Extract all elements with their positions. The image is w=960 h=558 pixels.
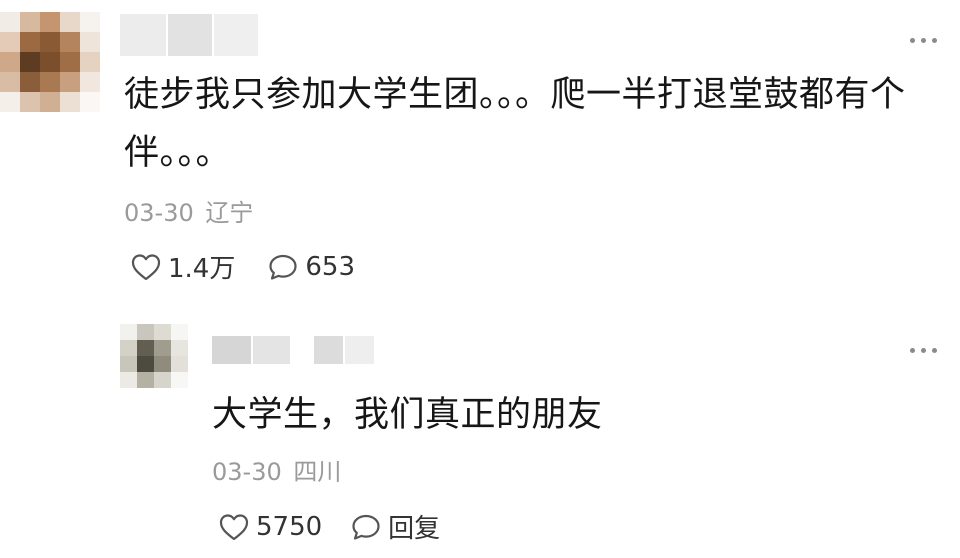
more-icon[interactable] <box>908 345 940 355</box>
reply-text: 大学生，我们真正的朋友 <box>212 395 603 435</box>
speech-bubble-icon <box>352 514 380 540</box>
like-count: 5750 <box>256 511 323 542</box>
reply-location: 四川 <box>293 458 342 486</box>
comment-date: 03-30 <box>124 199 194 227</box>
like-button[interactable]: 1.4万 <box>130 248 235 285</box>
username-blurred[interactable] <box>120 14 258 56</box>
reply-button[interactable]: 653 <box>267 252 355 282</box>
reply-meta: 03-30 四川 <box>212 452 341 487</box>
comment-actions: 1.4万 653 <box>130 248 355 285</box>
reply-button[interactable]: 回复 <box>350 508 440 545</box>
reply-count: 653 <box>305 251 355 282</box>
reply-label: 回复 <box>388 514 441 544</box>
comment-location: 辽宁 <box>205 199 254 227</box>
reply-date: 03-30 <box>212 458 282 486</box>
avatar[interactable] <box>120 324 188 388</box>
speech-bubble-icon <box>269 254 297 280</box>
more-icon[interactable] <box>908 35 940 45</box>
username-blurred[interactable] <box>212 336 374 364</box>
like-button[interactable]: 5750 <box>218 512 322 542</box>
comment-thread: 徒步我只参加大学生团。。。爬一半打退堂鼓都有个伴。。。 03-30 辽宁 1.4… <box>0 0 960 558</box>
like-count: 1.4万 <box>168 254 236 284</box>
comment-text: 徒步我只参加大学生团。。。爬一半打退堂鼓都有个伴。。。 <box>124 75 906 173</box>
reply-actions: 5750 回复 <box>218 508 440 545</box>
heart-outline-icon <box>131 253 161 280</box>
comment-meta: 03-30 辽宁 <box>124 193 253 228</box>
avatar[interactable] <box>0 12 100 112</box>
heart-outline-icon <box>219 513 249 540</box>
